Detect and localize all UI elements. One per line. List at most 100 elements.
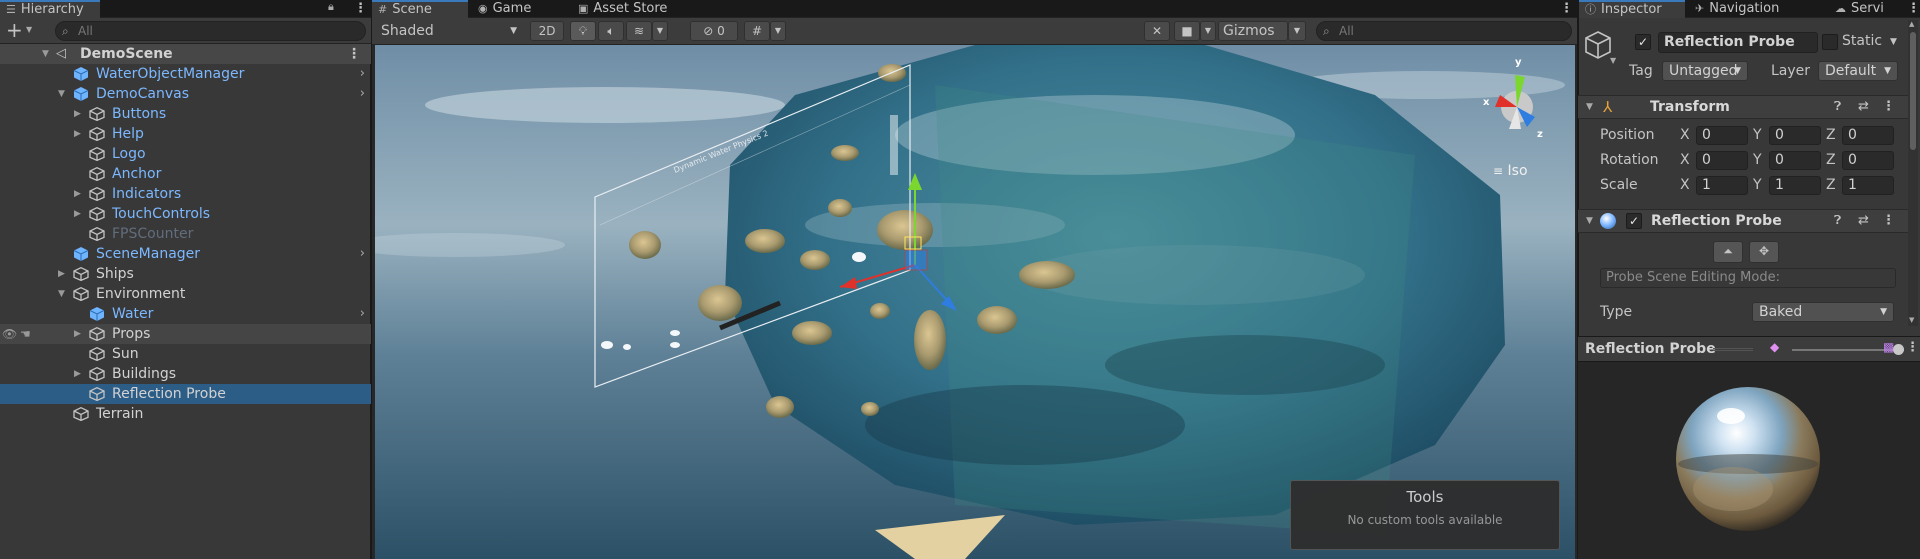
help-icon[interactable]: ❓︎ [1834, 99, 1841, 114]
chevron-right-icon[interactable]: › [360, 84, 365, 104]
axis-z-label[interactable]: Z [1826, 152, 1836, 168]
scene-search-input[interactable]: ⌕ All [1316, 21, 1572, 41]
collapse-arrow-icon[interactable]: ▶ [74, 104, 81, 124]
collapse-arrow-icon[interactable]: ▶ [74, 204, 81, 224]
help-icon[interactable]: ❓︎ [1834, 213, 1841, 228]
hierarchy-row[interactable]: ▶ Ships [0, 264, 371, 284]
shading-mode-dropdown[interactable]: Shaded ▼ [376, 21, 524, 41]
tab-asset-store[interactable]: ▣ Asset Store [572, 0, 675, 18]
tag-dropdown[interactable]: Untagged ▼ [1662, 61, 1748, 81]
collapse-arrow-icon[interactable]: ▶ [74, 364, 81, 384]
lighting-toggle[interactable]: 💡︎ [570, 21, 596, 41]
tools-overlay[interactable]: Tools No custom tools available [1290, 480, 1560, 550]
mipmap-icon[interactable]: ▩ [1883, 340, 1894, 354]
palette-icon[interactable]: ◆ [1770, 340, 1779, 354]
edit-origin-button[interactable]: ✥ [1749, 241, 1779, 263]
hierarchy-row[interactable]: WaterObjectManager › [0, 64, 371, 84]
hierarchy-row[interactable]: Water › [0, 304, 371, 324]
hierarchy-search-input[interactable]: ⌕ All [55, 21, 366, 41]
active-checkbox[interactable]: ✓ [1635, 34, 1651, 50]
projection-toggle[interactable]: ≡ Iso [1493, 163, 1528, 179]
collapse-arrow-icon[interactable]: ▶ [74, 184, 81, 204]
hierarchy-menu-icon[interactable]: ⋮ [354, 1, 367, 16]
tab-services[interactable]: ☁ Servi [1829, 0, 1892, 18]
static-checkbox[interactable] [1822, 34, 1838, 50]
expand-arrow-icon[interactable]: ▼ [42, 44, 49, 64]
tab-scene[interactable]: # Scene [372, 0, 468, 18]
axis-z-label[interactable]: Z [1826, 127, 1836, 143]
axis-y-label[interactable]: Y [1753, 177, 1762, 193]
hierarchy-row[interactable]: ▶ Indicators [0, 184, 371, 204]
axis-x-label[interactable]: X [1680, 152, 1690, 168]
collapse-arrow-icon[interactable]: ▶ [74, 324, 81, 344]
axis-z-label[interactable]: Z [1826, 177, 1836, 193]
object-name-field[interactable]: Reflection Probe [1658, 32, 1818, 53]
position-z-field[interactable]: 0 [1842, 126, 1894, 145]
reflection-probe-header[interactable]: ▼ ✓ Reflection Probe ❓︎ ⇄ ⋮ [1578, 209, 1908, 233]
axis-y-label[interactable]: Y [1753, 152, 1762, 168]
preset-icon[interactable]: ⇄ [1858, 213, 1869, 228]
expand-arrow-icon[interactable]: ▼ [58, 284, 65, 304]
axis-x-label[interactable]: X [1680, 177, 1690, 193]
position-y-field[interactable]: 0 [1769, 126, 1821, 145]
scale-z-field[interactable]: 1 [1842, 176, 1894, 195]
tab-game[interactable]: ◉ Game [472, 0, 539, 18]
hierarchy-row[interactable]: ▼ DemoCanvas › [0, 84, 371, 104]
add-object-button[interactable]: + [6, 19, 23, 41]
visibility-eye-icon[interactable]: 👁︎ [2, 324, 17, 344]
expand-arrow-icon[interactable]: ▼ [58, 84, 65, 104]
tab-hierarchy[interactable]: ☰ Hierarchy [0, 0, 100, 18]
transform-header[interactable]: ▼ ⅄ Transform ❓︎ ⇄ ⋮ [1578, 95, 1908, 119]
chevron-down-icon[interactable]: ▼ [26, 25, 32, 34]
hierarchy-scene-row[interactable]: ▼ ◁ DemoScene ⋮ [0, 44, 371, 64]
icon-dropdown-arrow[interactable]: ▼ [1610, 56, 1616, 65]
grid-dropdown[interactable]: ▼ [770, 21, 786, 41]
static-dropdown-arrow[interactable]: ▼ [1890, 37, 1897, 47]
exposure-slider-thumb[interactable] [1893, 344, 1905, 355]
foldout-arrow[interactable]: ▼ [1586, 102, 1593, 112]
position-x-field[interactable]: 0 [1696, 126, 1748, 145]
collapse-arrow-icon[interactable]: ▶ [74, 124, 81, 144]
scene-visibility-toggle[interactable]: ⊘ 0 [690, 21, 738, 41]
lock-icon[interactable]: 🔒︎ [328, 0, 334, 14]
rotation-x-field[interactable]: 0 [1696, 151, 1748, 170]
preview-menu-icon[interactable]: ⋮ [1906, 340, 1919, 355]
preview-drag-handle[interactable] [1713, 348, 1753, 351]
rotation-y-field[interactable]: 0 [1769, 151, 1821, 170]
probe-type-dropdown[interactable]: Baked ▼ [1752, 302, 1894, 322]
preset-icon[interactable]: ⇄ [1858, 99, 1869, 114]
transform-menu-icon[interactable]: ⋮ [1882, 99, 1895, 114]
camera-dropdown[interactable]: ▼ [1200, 21, 1216, 41]
scene-menu-icon[interactable]: ⋮ [1560, 1, 1573, 16]
gizmos-dropdown[interactable]: ▼ [1288, 21, 1306, 41]
chevron-right-icon[interactable]: › [360, 304, 365, 324]
tab-inspector[interactable]: ⓘ Inspector [1579, 0, 1685, 18]
inspector-scrollbar[interactable]: ▲ ▼ [1908, 20, 1918, 326]
rotation-z-field[interactable]: 0 [1842, 151, 1894, 170]
hierarchy-row[interactable]: SceneManager › [0, 244, 371, 264]
reflection-probe-preview-sphere[interactable] [1673, 384, 1823, 534]
foldout-arrow[interactable]: ▼ [1586, 216, 1593, 226]
hierarchy-row[interactable]: ▼ Environment [0, 284, 371, 304]
layer-dropdown[interactable]: Default ▼ [1818, 61, 1898, 81]
hierarchy-row[interactable]: ▶ Buildings [0, 364, 371, 384]
mode-2d-button[interactable]: 2D [530, 21, 564, 41]
chevron-right-icon[interactable]: › [360, 244, 365, 264]
scene-viewport[interactable]: Dynamic Water Physics 2 x y z ≡ Iso Tool… [375, 45, 1575, 559]
scene-menu-icon[interactable]: ⋮ [347, 44, 361, 64]
hierarchy-row[interactable]: ▶ Buttons [0, 104, 371, 124]
effects-toggle[interactable]: ≋ [626, 21, 652, 41]
tab-navigation[interactable]: ✈ Navigation [1689, 0, 1787, 18]
hierarchy-row[interactable]: ▶ Help [0, 124, 371, 144]
effects-dropdown[interactable]: ▼ [652, 21, 668, 41]
hierarchy-row[interactable]: ▶ TouchControls [0, 204, 371, 224]
axis-y-label[interactable]: Y [1753, 127, 1762, 143]
hierarchy-row[interactable]: 👁︎ ☚ ▶ Props [0, 324, 371, 344]
edit-bounds-button[interactable]: ⏶ [1713, 241, 1743, 263]
hierarchy-row[interactable]: Terrain [0, 404, 371, 424]
hierarchy-row[interactable]: Reflection Probe [0, 384, 371, 404]
tools-button[interactable]: ✕ [1144, 21, 1170, 41]
pickable-hand-icon[interactable]: ☚ [20, 324, 31, 344]
audio-toggle[interactable]: 🔈︎ [598, 21, 624, 41]
scale-x-field[interactable]: 1 [1696, 176, 1748, 195]
